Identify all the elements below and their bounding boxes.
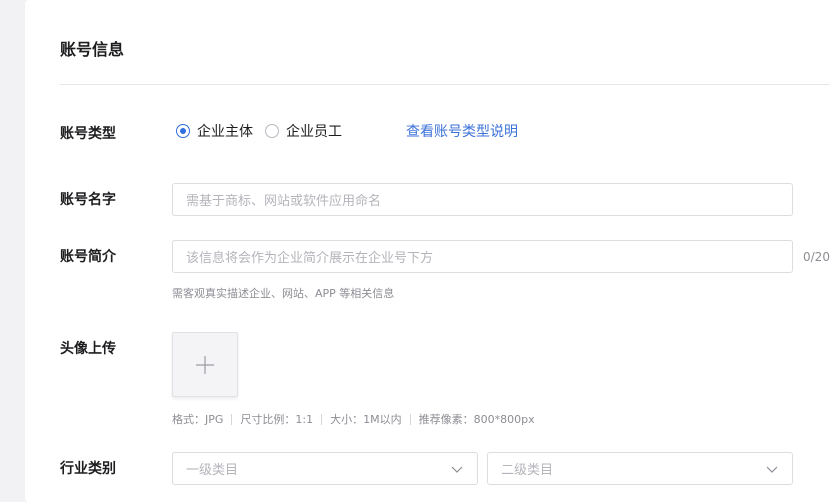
account-name-input[interactable]: 需基于商标、网站或软件应用命名 [172, 183, 793, 216]
radio-enterprise-entity[interactable]: 企业主体 [176, 121, 253, 141]
account-name-placeholder: 需基于商标、网站或软件应用命名 [186, 194, 382, 209]
chevron-down-icon [451, 466, 463, 473]
section-title: 账号信息 [60, 40, 125, 59]
account-intro-input[interactable]: 该信息将会作为企业简介展示在企业号下方 [172, 240, 793, 273]
spec-format: 格式：JPG [172, 413, 224, 426]
radio-checked-icon [176, 124, 190, 138]
radio-enterprise-employee[interactable]: 企业员工 [265, 121, 342, 141]
industry-primary-placeholder: 一级类目 [186, 463, 239, 478]
spec-separator [409, 413, 411, 425]
account-intro-label: 账号简介 [60, 249, 116, 265]
spec-pixels: 推荐像素：800*800px [418, 413, 535, 426]
industry-secondary-placeholder: 二级类目 [501, 463, 554, 478]
plus-icon [196, 355, 214, 374]
radio-label: 企业员工 [286, 124, 342, 140]
industry-label: 行业类别 [60, 461, 116, 477]
industry-secondary-select[interactable]: 二级类目 [487, 452, 793, 485]
account-intro-counter: 0/20 [803, 250, 830, 264]
account-name-label: 账号名字 [60, 192, 116, 208]
spec-separator [231, 413, 233, 425]
account-type-help-link[interactable]: 查看账号类型说明 [406, 121, 518, 141]
account-intro-hint: 需客观真实描述企业、网站、APP 等相关信息 [172, 287, 395, 300]
account-intro-placeholder: 该信息将会作为企业简介展示在企业号下方 [186, 251, 434, 266]
spec-separator [321, 413, 323, 425]
avatar-label: 头像上传 [60, 341, 116, 357]
chevron-down-icon [766, 466, 778, 473]
divider [60, 84, 830, 85]
avatar-specs: 格式：JPG 尺寸比例：1:1 大小：1M以内 推荐像素：800*800px [172, 411, 535, 427]
industry-primary-select[interactable]: 一级类目 [172, 452, 478, 485]
account-type-label: 账号类型 [60, 126, 116, 142]
account-type-radio-group: 企业主体 企业员工 查看账号类型说明 [176, 121, 518, 141]
spec-ratio: 尺寸比例：1:1 [240, 413, 314, 426]
radio-unchecked-icon [265, 124, 279, 138]
spec-size: 大小：1M以内 [330, 413, 402, 426]
avatar-upload-button[interactable] [172, 332, 238, 397]
radio-label: 企业主体 [197, 124, 253, 140]
account-info-card: 账号信息 账号类型 企业主体 企业员工 查看账号类型说明 账号名字 需基于商标、… [25, 0, 830, 502]
